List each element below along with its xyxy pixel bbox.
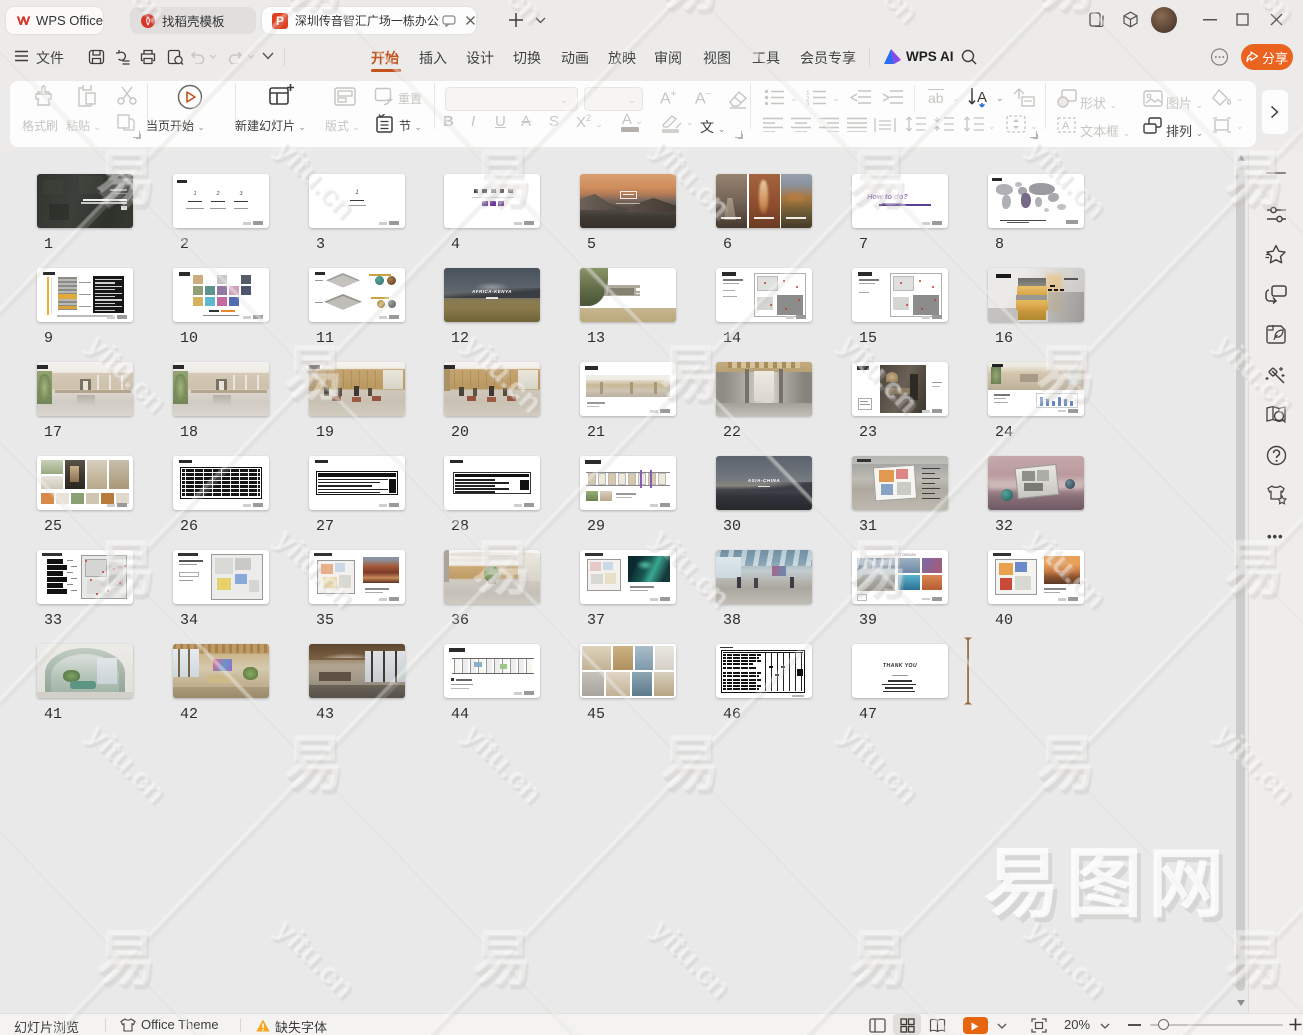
svg-text:3: 3: [806, 101, 810, 106]
svg-text:A: A: [1062, 120, 1070, 132]
